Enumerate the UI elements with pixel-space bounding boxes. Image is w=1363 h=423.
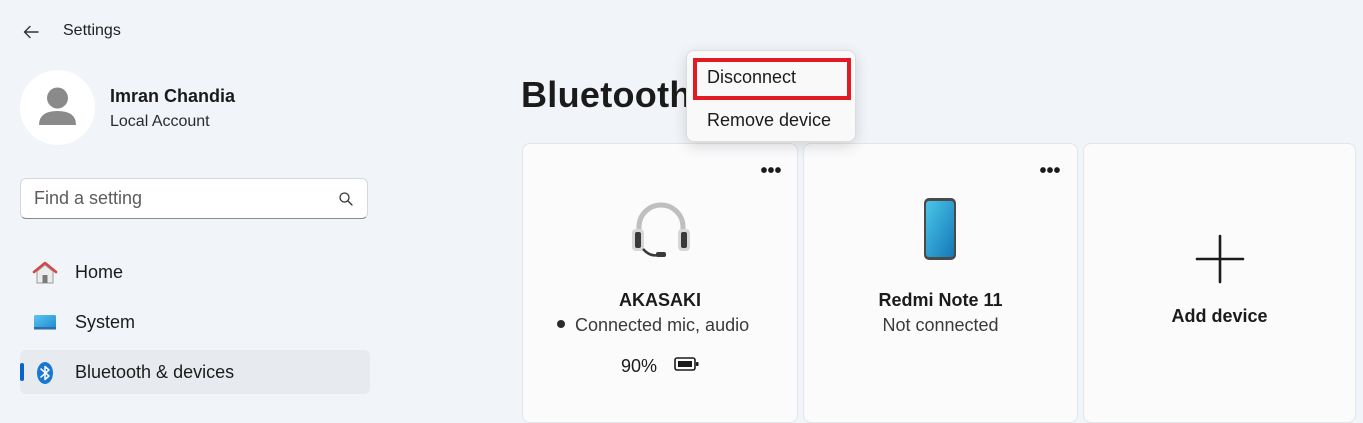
account-type: Local Account [110, 113, 210, 130]
search-input[interactable] [34, 179, 324, 218]
sidebar-item-label: System [75, 312, 136, 332]
more-options-button[interactable]: ••• [1036, 161, 1064, 184]
person-icon [39, 87, 76, 125]
selection-indicator [20, 363, 24, 381]
home-icon [32, 261, 58, 284]
sidebar-item-home[interactable]: Home [20, 250, 370, 294]
bluetooth-icon [37, 362, 53, 384]
search-icon[interactable] [338, 191, 354, 207]
add-device-card[interactable]: Add device [1083, 143, 1356, 423]
plus-icon [1195, 234, 1245, 284]
headset-icon [632, 202, 690, 257]
sidebar-item-bluetooth-devices[interactable]: Bluetooth & devices [20, 350, 370, 394]
user-name: Imran Chandia [110, 86, 236, 106]
connected-dot-icon [557, 320, 565, 328]
menu-item-remove-device[interactable]: Remove device [693, 102, 850, 138]
menu-item-label: Disconnect [707, 67, 797, 87]
device-card-redmi-note-11[interactable]: ••• Redmi Note 11 Not connected [803, 143, 1078, 423]
device-name: AKASAKI [618, 290, 701, 310]
device-status: Connected mic, audio [575, 315, 750, 335]
add-device-label: Add device [1171, 306, 1268, 326]
page-title: Bluetooth [521, 74, 692, 115]
app-title: Settings [63, 22, 121, 39]
battery-level: 90% [621, 356, 658, 376]
sidebar-item-label: Home [75, 262, 124, 282]
back-button[interactable] [18, 19, 44, 45]
back-arrow-icon [23, 25, 39, 39]
system-icon [34, 315, 56, 330]
menu-item-disconnect[interactable]: Disconnect [693, 59, 850, 95]
menu-item-label: Remove device [707, 110, 832, 130]
sidebar-item-label: Bluetooth & devices [75, 362, 235, 382]
device-name: Redmi Note 11 [878, 290, 1003, 310]
phone-icon [924, 198, 956, 260]
context-menu: Disconnect Remove device [686, 50, 856, 142]
device-status: Not connected [882, 315, 999, 335]
sidebar-item-system[interactable]: System [20, 300, 370, 344]
device-card-akasaki[interactable]: ••• AKASAKI Connected mic, audio 90% [522, 143, 798, 423]
search-box[interactable] [20, 178, 368, 219]
battery-icon [674, 357, 699, 371]
avatar[interactable] [20, 70, 95, 145]
more-options-button[interactable]: ••• [757, 161, 785, 184]
